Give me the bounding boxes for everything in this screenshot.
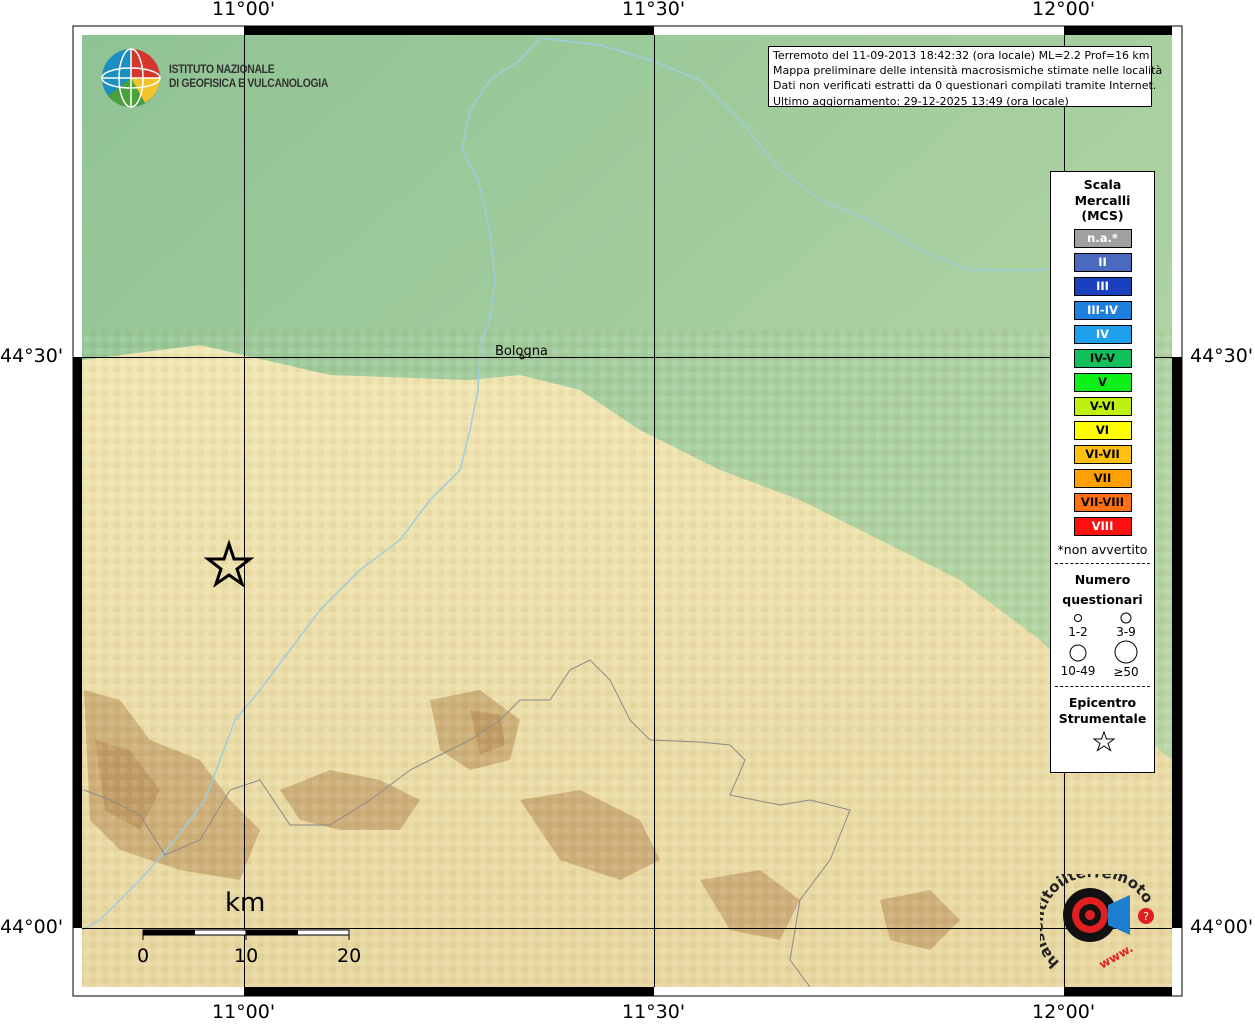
lon-label-bottom-2: 11°30' [622, 1001, 686, 1023]
svg-text:haisentitoilterremoto.it: haisentitoilterremoto.it [1040, 874, 1156, 972]
ingv-logo-line1: ISTITUTO NAZIONALE [169, 64, 275, 76]
frame-band-top-2 [1064, 26, 1172, 35]
legend-note: *non avvertito [1057, 541, 1148, 557]
info-box: Terremoto del 11-09-2013 18:42:32 (ora l… [768, 46, 1163, 108]
legend-swatch: III [1073, 276, 1132, 296]
ingv-logo-icon [101, 48, 161, 108]
frame-band-right [1172, 357, 1182, 928]
legend-swatch: n.a.* [1073, 228, 1132, 248]
lon-label-top-2: 11°30' [622, 0, 686, 20]
hsit-logo: haisentitoilterremoto.it www. [1029, 860, 1158, 974]
legend-swatch: V [1073, 372, 1132, 392]
legend-divider [1055, 562, 1150, 564]
legend-star-icon [1092, 730, 1116, 752]
info-line-2: Mappa preliminare delle intensità macros… [773, 64, 1163, 78]
count-label-2: 3-9 [1116, 624, 1136, 639]
count-circle-medium [1120, 612, 1132, 623]
lon-label-bottom-3: 12°00' [1032, 1001, 1096, 1023]
count-label-4: ≥50 [1113, 664, 1139, 679]
frame-band-bottom [244, 987, 654, 996]
count-title: Numero questionari [1051, 570, 1154, 610]
info-line-4: Ultimo aggiornamento: 29-12-2025 13:49 (… [773, 94, 1069, 108]
count-circle-large [1069, 644, 1087, 661]
lat-label-right-2: 44°00' [1190, 916, 1254, 938]
legend-panel: Scala Mercalli (MCS) n.a.* II III III-IV IV I… [1050, 171, 1155, 773]
ingv-logo-line2: DI GEOFISICA E VULCANOLOGIA [169, 78, 329, 90]
legend-swatch: V-VI [1073, 396, 1132, 416]
legend-swatch: IV-V [1073, 348, 1132, 368]
legend-swatch: VII [1073, 468, 1132, 488]
count-title-1: Numero [1074, 571, 1131, 587]
scale-tick-0: 0 [137, 945, 150, 967]
count-symbols: 1-2 3-9 10-49 ≥50 [1051, 610, 1154, 680]
legend-title: Scala Mercalli (MCS) [1051, 177, 1154, 224]
lon-label-top-1: 11°00' [212, 0, 276, 20]
legend-title-1: Scala [1083, 177, 1122, 192]
count-label-3: 10-49 [1060, 663, 1096, 678]
scale-tick-20: 20 [337, 945, 362, 967]
count-title-2: questionari [1062, 591, 1143, 607]
legend-swatch: II [1073, 252, 1132, 272]
frame-band-left [73, 357, 82, 928]
lat-label-right-1: 44°30' [1190, 345, 1254, 367]
frame-band-bottom-2 [1064, 987, 1172, 996]
legend-swatch: VIII [1073, 516, 1132, 536]
scale-tick-10: 10 [234, 945, 259, 967]
count-circle-small [1074, 613, 1082, 622]
city-label: Bologna [495, 344, 548, 359]
legend-title-3: (MCS) [1081, 208, 1124, 223]
epi-title: Epicentro Strumentale [1051, 695, 1154, 727]
info-line-1: Terremoto del 11-09-2013 18:42:32 (ora l… [773, 49, 1150, 62]
legend-swatch: IV [1073, 324, 1132, 344]
legend-swatch: VI [1073, 420, 1132, 440]
ingv-logo-text: ISTITUTO NAZIONALE DI GEOFISICA E VULCAN… [169, 63, 328, 91]
hsit-logo-text: haisentitoilterremoto.it [1029, 860, 1158, 972]
legend-swatches: n.a.* II III III-IV IV IV-V V V-VI VI VI-VII VII VI… [1051, 228, 1154, 536]
lon-label-bottom-1: 11°00' [212, 1001, 276, 1023]
epi-title-1: Epicentro [1068, 694, 1137, 710]
legend-title-2: Mercalli [1074, 192, 1131, 208]
legend-swatch: VII-VIII [1073, 492, 1132, 512]
legend-divider-2 [1055, 685, 1150, 687]
lon-label-top-3: 12°00' [1032, 0, 1096, 20]
legend-swatch: III-IV [1073, 300, 1132, 320]
frame-band-top [244, 26, 654, 35]
hsit-logo-url: www. [1097, 941, 1136, 972]
count-circle-xlarge [1114, 640, 1138, 663]
scale-unit: km [225, 888, 266, 918]
legend-swatch: VI-VII [1073, 444, 1132, 464]
info-line-3: Dati non verificati estratti da 0 questi… [773, 79, 1157, 93]
epi-title-2: Strumentale [1058, 710, 1147, 726]
lat-label-left-1: 44°30' [0, 345, 64, 367]
count-label-1: 1-2 [1068, 624, 1088, 639]
lat-label-left-2: 44°00' [0, 916, 64, 938]
